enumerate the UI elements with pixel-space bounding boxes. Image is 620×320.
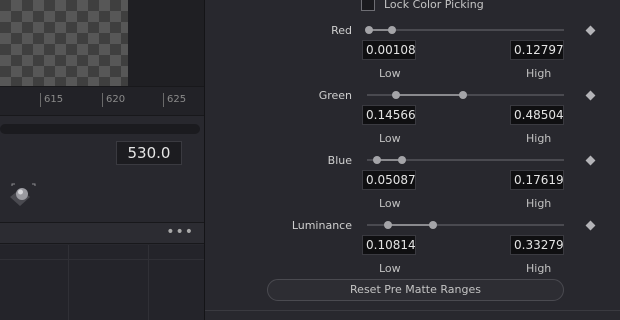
ruler-tick-615: 615 xyxy=(40,93,63,107)
more-dots-icon[interactable]: ••• xyxy=(166,224,194,240)
green-high-field[interactable]: 0.485041 xyxy=(510,105,564,125)
grid-line xyxy=(0,259,204,260)
green-low-field[interactable]: 0.145664 xyxy=(362,105,416,125)
luminance-label: Luminance xyxy=(291,219,352,232)
blue-low-field[interactable]: 0.050873 xyxy=(362,170,416,190)
green-low-label: Low xyxy=(379,132,401,145)
blue-low-handle[interactable] xyxy=(373,156,382,164)
green-low-handle[interactable] xyxy=(391,91,400,99)
node-grid[interactable] xyxy=(0,245,204,320)
luminance-low-field[interactable]: 0.108147 xyxy=(362,235,416,255)
blue-high-field[interactable]: 0.176199 xyxy=(510,170,564,190)
luminance-keyframe-diamond-icon[interactable] xyxy=(585,220,596,231)
lock-color-picking-label: Lock Color Picking xyxy=(384,0,484,11)
lock-color-picking[interactable]: Lock Color Picking xyxy=(361,0,484,11)
timeline-ruler[interactable]: 615 620 625 xyxy=(0,86,204,116)
sphere-knob-icon[interactable] xyxy=(8,180,38,210)
ruler-tick-620: 620 xyxy=(102,93,125,107)
red-low-label: Low xyxy=(379,67,401,80)
green-range-slider[interactable] xyxy=(367,91,564,99)
blue-low-label: Low xyxy=(379,197,401,210)
blue-high-label: High xyxy=(526,197,552,210)
panel-bottom-divider xyxy=(205,310,620,311)
luminance-high-handle[interactable] xyxy=(428,221,437,229)
luminance-high-label: High xyxy=(526,262,552,275)
luminance-range-fill xyxy=(388,224,433,226)
red-range-slider[interactable] xyxy=(364,26,564,34)
green-range-fill xyxy=(395,94,463,96)
blue-range-slider[interactable] xyxy=(367,156,564,164)
red-low-handle[interactable] xyxy=(364,26,373,34)
transparency-checkerboard-viewer[interactable] xyxy=(0,0,128,86)
blue-label: Blue xyxy=(327,154,352,167)
red-keyframe-diamond-icon[interactable] xyxy=(585,25,596,36)
red-high-field[interactable]: 0.127972 xyxy=(510,40,564,60)
frame-number-field[interactable]: 530.0 xyxy=(116,141,182,165)
luminance-low-label: Low xyxy=(379,262,401,275)
lock-color-picking-checkbox[interactable] xyxy=(361,0,375,11)
reset-pre-matte-ranges-button[interactable]: Reset Pre Matte Ranges xyxy=(267,279,564,301)
luminance-low-handle[interactable] xyxy=(384,221,393,229)
green-high-label: High xyxy=(526,132,552,145)
red-low-field[interactable]: 0.001084 xyxy=(362,40,416,60)
ruler-tick-625: 625 xyxy=(163,93,186,107)
viewer-dark-area xyxy=(128,0,204,86)
green-high-handle[interactable] xyxy=(458,91,467,99)
blue-keyframe-diamond-icon[interactable] xyxy=(585,155,596,166)
scrub-bar[interactable] xyxy=(0,124,200,134)
red-high-handle[interactable] xyxy=(388,26,397,34)
red-high-label: High xyxy=(526,67,552,80)
grid-line xyxy=(148,245,149,320)
node-toolbar: ••• xyxy=(0,222,204,244)
red-label: Red xyxy=(331,24,352,37)
luminance-high-field[interactable]: 0.332799 xyxy=(510,235,564,255)
green-label: Green xyxy=(318,89,352,102)
pre-matte-inspector-panel: Lock Color Picking Red 0.001084 0.127972… xyxy=(205,0,620,320)
left-viewer-area: 615 620 625 530.0 ••• xyxy=(0,0,204,320)
blue-high-handle[interactable] xyxy=(397,156,406,164)
luminance-range-slider[interactable] xyxy=(367,221,564,229)
green-keyframe-diamond-icon[interactable] xyxy=(585,90,596,101)
grid-line xyxy=(68,245,69,320)
